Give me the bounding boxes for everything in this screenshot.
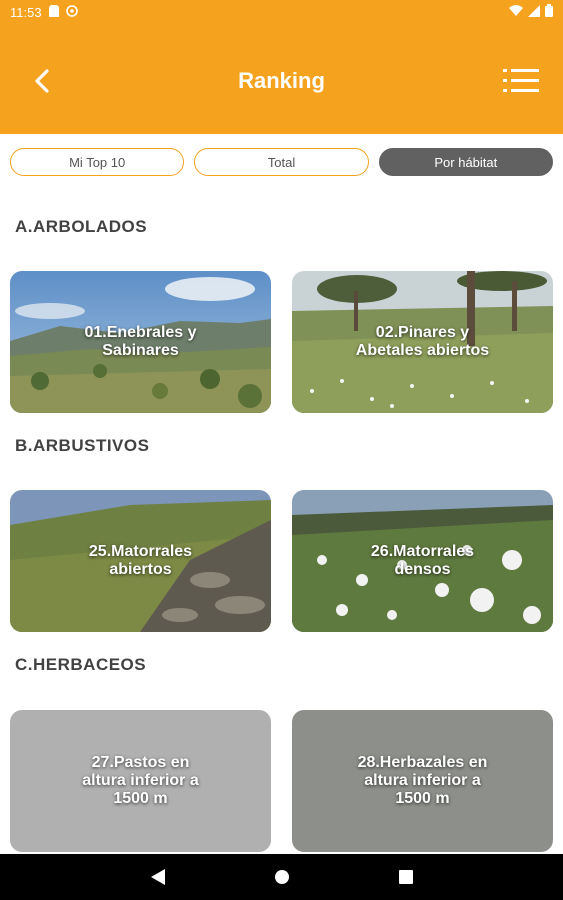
habitat-card-label: 01.Enebrales y Sabinares — [84, 324, 197, 359]
habitat-card-label: 27.Pastos en altura inferior a 1500 m — [82, 754, 199, 807]
battery-icon — [545, 4, 553, 20]
tab-mi-top-10[interactable]: Mi Top 10 — [10, 148, 185, 176]
habitat-card-pinares[interactable]: 02.Pinares y Abetales abiertos — [292, 271, 553, 413]
nav-recents-button[interactable] — [394, 865, 418, 889]
nav-home-button[interactable] — [270, 865, 294, 889]
habitat-card-label: 26.Matorrales densos — [370, 543, 475, 578]
triangle-back-icon — [150, 869, 165, 885]
square-recents-icon — [398, 870, 413, 884]
wifi-icon — [509, 4, 523, 20]
status-time: 11:53 — [10, 4, 42, 20]
habitat-card-enebrales[interactable]: 01.Enebrales y Sabinares — [10, 271, 271, 413]
system-navigation-bar — [0, 854, 563, 900]
tab-total[interactable]: Total — [194, 148, 369, 176]
section-title-herbaceos: C.HERBACEOS — [15, 655, 147, 674]
habitat-card-matorrales-densos[interactable]: 26.Matorrales densos — [292, 490, 553, 632]
habitat-card-label: 25.Matorrales abiertos — [88, 543, 193, 578]
status-bar: 11:53 — [0, 0, 563, 24]
app-bar: Ranking — [0, 24, 563, 134]
tab-por-habitat[interactable]: Por hábitat — [378, 148, 553, 176]
circle-home-icon — [274, 870, 289, 884]
sd-card-icon — [48, 4, 59, 20]
habitat-card-pastos[interactable]: 27.Pastos en altura inferior a 1500 m — [10, 710, 271, 852]
habitat-card-label: 28.Herbazales en altura inferior a 1500 … — [357, 754, 488, 807]
section-title-arbolados: A.ARBOLADOS — [15, 217, 148, 236]
nav-back-button[interactable] — [146, 865, 170, 889]
habitat-card-label: 02.Pinares y Abetales abiertos — [355, 324, 490, 359]
habitat-card-matorrales-abiertos[interactable]: 25.Matorrales abiertos — [10, 490, 271, 632]
menu-button[interactable] — [503, 66, 539, 96]
section-title-arbustivos: B.ARBUSTIVOS — [15, 436, 150, 455]
signal-icon — [528, 4, 540, 20]
list-menu-icon — [503, 69, 539, 92]
sync-icon — [65, 4, 78, 20]
page-title: Ranking — [238, 68, 325, 93]
ranking-tabs: Mi Top 10 Total Por hábitat — [10, 148, 553, 176]
habitat-card-herbazales[interactable]: 28.Herbazales en altura inferior a 1500 … — [292, 710, 553, 852]
